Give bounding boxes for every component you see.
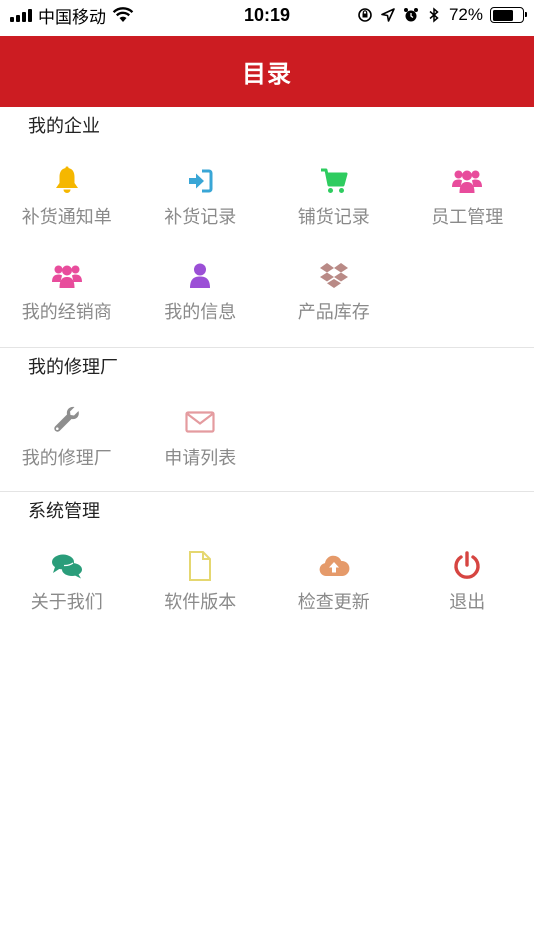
menu-item-restock-records[interactable]: 补货记录 [134, 147, 268, 244]
orientation-lock-icon [358, 8, 372, 22]
menu-item-label: 员工管理 [431, 207, 504, 228]
menu-item-label: 检查更新 [297, 592, 370, 613]
menu-item-my-info[interactable]: 我的信息 [134, 244, 268, 341]
menu-item-check-update[interactable]: 检查更新 [267, 532, 401, 629]
menu-item-label: 补货通知单 [21, 207, 112, 228]
menu-item-label: 我的经销商 [21, 302, 112, 323]
chat-icon [51, 554, 82, 579]
bluetooth-icon [429, 7, 439, 23]
section-title: 我的企业 [28, 116, 100, 137]
menu-item-distribution-records[interactable]: 铺货记录 [267, 147, 401, 244]
location-icon [381, 8, 395, 22]
envelope-icon [185, 411, 215, 433]
cloud-upload-icon [319, 555, 350, 576]
battery-icon [490, 7, 527, 23]
menu-content: 我的企业 补货通知单 补货记录 铺货记录 员工管理 我的经销商 我的信息 产品库… [0, 107, 534, 635]
users-icon [51, 265, 82, 288]
menu-grid: 我的修理厂 申请列表 [0, 388, 534, 491]
wrench-icon [54, 406, 79, 432]
section-my-enterprise: 我的企业 补货通知单 补货记录 铺货记录 员工管理 我的经销商 我的信息 产品库… [0, 107, 534, 348]
menu-item-about-us[interactable]: 关于我们 [0, 532, 134, 629]
alarm-icon [403, 8, 418, 22]
users-icon [452, 170, 483, 193]
battery-percent: 72% [448, 5, 483, 24]
menu-item-label: 软件版本 [164, 592, 237, 613]
menu-item-restock-notice[interactable]: 补货通知单 [0, 147, 134, 244]
power-icon [454, 551, 480, 579]
menu-item-label: 我的信息 [164, 302, 237, 323]
menu-item-label: 产品库存 [297, 302, 370, 323]
menu-grid: 关于我们 软件版本 检查更新 退出 [0, 532, 534, 635]
menu-item-label: 补货记录 [164, 207, 237, 228]
menu-item-software-version[interactable]: 软件版本 [134, 532, 268, 629]
sign-in-icon [189, 169, 213, 193]
section-title: 系统管理 [28, 501, 100, 522]
menu-item-product-inventory[interactable]: 产品库存 [267, 244, 401, 341]
dropbox-icon [319, 263, 348, 288]
menu-item-label: 铺货记录 [297, 207, 370, 228]
menu-item-application-list[interactable]: 申请列表 [134, 388, 268, 485]
user-icon [190, 263, 211, 288]
menu-item-logout[interactable]: 退出 [401, 532, 534, 629]
menu-item-label: 我的修理厂 [21, 448, 112, 469]
file-icon [189, 551, 212, 581]
menu-grid: 补货通知单 补货记录 铺货记录 员工管理 我的经销商 我的信息 产品库存 [0, 147, 534, 347]
battery-level [492, 9, 514, 21]
bell-icon [55, 166, 78, 193]
section-title: 我的修理厂 [28, 357, 118, 378]
menu-item-label: 关于我们 [30, 592, 103, 613]
status-bar: 中国移动 10:19 72% [0, 0, 534, 36]
nav-bar: 目录 [0, 36, 534, 107]
page-title: 目录 [242, 60, 292, 88]
menu-item-my-dealers[interactable]: 我的经销商 [0, 244, 134, 341]
menu-item-staff-management[interactable]: 员工管理 [401, 147, 534, 244]
status-bar-right: 72% [357, 0, 527, 30]
section-system-management: 系统管理 关于我们 软件版本 检查更新 退出 [0, 492, 534, 635]
cart-icon [320, 168, 348, 193]
menu-item-my-repair-shop[interactable]: 我的修理厂 [0, 388, 134, 485]
section-my-repair-shop: 我的修理厂 我的修理厂 申请列表 [0, 348, 534, 492]
menu-item-label: 退出 [449, 592, 486, 613]
menu-item-label: 申请列表 [164, 448, 237, 469]
